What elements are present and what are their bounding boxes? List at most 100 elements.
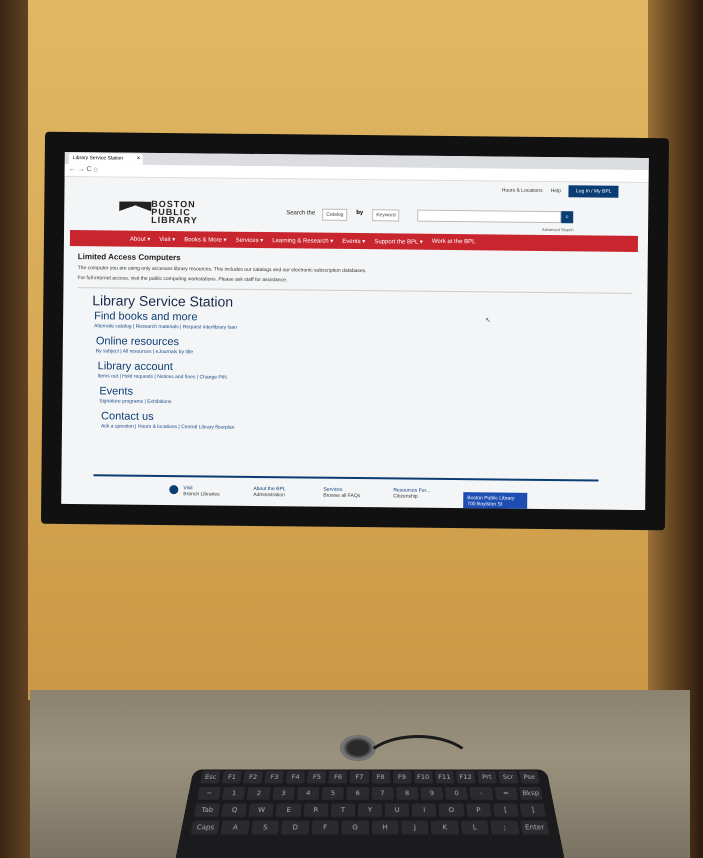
key[interactable]: G xyxy=(341,820,369,835)
key[interactable]: Pse xyxy=(519,771,540,784)
key[interactable]: R xyxy=(303,803,329,817)
nav-services[interactable]: Services ▾ xyxy=(236,236,264,243)
key[interactable]: F12 xyxy=(455,771,476,784)
key[interactable]: F9 xyxy=(392,771,412,784)
key[interactable]: U xyxy=(384,803,410,817)
footer-col-resources: Resources For... Citizenship xyxy=(393,487,431,500)
key[interactable]: K xyxy=(430,820,459,835)
key[interactable]: 3 xyxy=(271,786,295,800)
key[interactable]: 8 xyxy=(396,786,419,800)
key[interactable]: 5 xyxy=(321,786,345,800)
key[interactable]: Bksp xyxy=(518,786,543,800)
key[interactable]: 9 xyxy=(420,786,444,800)
key-row: Caps A S D F G H J K L; Enter xyxy=(180,819,560,837)
key[interactable]: T xyxy=(330,803,356,817)
tab-title: Library Service Station xyxy=(72,155,124,162)
nav-learning[interactable]: Learning & Research ▾ xyxy=(272,237,333,245)
key[interactable]: 2 xyxy=(247,786,271,800)
key[interactable]: Prt xyxy=(476,771,497,784)
key[interactable]: P xyxy=(465,803,492,817)
footer-col-visit: Visit Branch Libraries xyxy=(183,485,220,498)
key[interactable]: F xyxy=(311,820,339,835)
key[interactable]: 4 xyxy=(296,786,320,800)
search-type-select[interactable]: Keyword xyxy=(372,209,400,222)
key[interactable]: F11 xyxy=(434,771,455,784)
key[interactable]: A xyxy=(220,820,250,835)
nav-books[interactable]: Books & More ▾ xyxy=(184,236,226,243)
utility-bar: Hours & Locations Help Log In / My BPL xyxy=(502,185,619,198)
notice-text-2: For full internet access, visit the publ… xyxy=(77,275,288,284)
search-button[interactable]: ⌕ xyxy=(561,211,574,224)
login-button[interactable]: Log In / My BPL xyxy=(568,185,619,198)
key[interactable]: D xyxy=(281,820,310,835)
key[interactable]: Q xyxy=(221,803,248,817)
key[interactable]: F2 xyxy=(243,771,264,784)
key[interactable]: ~ xyxy=(197,786,222,800)
nav-support[interactable]: Support the BPL ▾ xyxy=(374,238,423,246)
key[interactable]: Enter xyxy=(520,820,550,835)
help-link[interactable]: Help xyxy=(551,188,561,194)
key[interactable]: J xyxy=(401,820,429,835)
screen: Library Service Station × ← → C ⌂ Hours … xyxy=(61,151,649,511)
key-row: Esc F1 F2 F3 F4 F5 F6 F7 F8 F9 F10 F11 F12 Prt Scr Pse xyxy=(190,769,549,785)
key[interactable]: E xyxy=(275,803,302,817)
key[interactable]: F4 xyxy=(285,771,306,784)
browser-tab[interactable]: Library Service Station × xyxy=(68,152,143,165)
key[interactable]: F6 xyxy=(328,771,348,784)
search-icon: ⌕ xyxy=(565,214,569,221)
key[interactable]: [ xyxy=(492,803,519,817)
key[interactable]: F5 xyxy=(307,771,327,784)
key[interactable]: S xyxy=(250,820,280,835)
key[interactable]: 1 xyxy=(222,786,246,800)
key[interactable]: F10 xyxy=(413,771,433,784)
key[interactable]: - xyxy=(469,786,494,800)
key[interactable]: Caps xyxy=(190,820,220,835)
nav-events[interactable]: Events ▾ xyxy=(342,237,365,244)
mouse-cursor-icon: ↖ xyxy=(485,317,492,325)
key-row: Tab Q W E R T Y U I O P[] xyxy=(184,802,557,819)
footer-col-about: About the BPL Administration xyxy=(253,485,286,499)
key[interactable]: H xyxy=(371,820,399,835)
key[interactable]: I xyxy=(411,803,437,817)
key[interactable]: Esc xyxy=(200,771,221,784)
key[interactable]: Tab xyxy=(194,803,221,817)
key[interactable]: F8 xyxy=(371,771,390,784)
key[interactable]: 7 xyxy=(371,786,394,800)
search-label: Search the xyxy=(286,210,316,217)
key[interactable]: L xyxy=(460,820,490,835)
key[interactable]: 0 xyxy=(445,786,469,800)
nav-work[interactable]: Work at the BPL xyxy=(432,239,476,245)
key[interactable]: F7 xyxy=(350,771,369,784)
nav-about[interactable]: About ▾ xyxy=(130,235,150,242)
site-header: BOSTON PUBLIC LIBRARY Search the Catalog… xyxy=(64,194,648,236)
footer-col-services: Services Browse all FAQs xyxy=(323,486,361,500)
main-content: Limited Access Computers The computer yo… xyxy=(76,252,633,435)
hours-link[interactable]: Hours & Locations xyxy=(502,188,543,194)
keyboard[interactable]: Esc F1 F2 F3 F4 F5 F6 F7 F8 F9 F10 F11 F12 Prt Scr Pse … xyxy=(175,769,565,858)
location-icon xyxy=(169,485,179,495)
nav-controls[interactable]: ← → C ⌂ xyxy=(69,166,98,173)
by-label: by xyxy=(356,210,364,217)
key[interactable]: Scr xyxy=(498,771,519,784)
site-footer: Visit Branch Libraries About the BPL Adm… xyxy=(61,474,645,511)
key[interactable]: ] xyxy=(519,803,547,817)
logo-icon xyxy=(119,201,152,222)
key[interactable]: = xyxy=(494,786,518,800)
key[interactable]: O xyxy=(438,803,465,817)
footer-divider xyxy=(93,474,599,482)
key[interactable]: W xyxy=(248,803,275,817)
key[interactable]: Y xyxy=(357,803,383,817)
close-icon[interactable]: × xyxy=(137,154,141,165)
search-input[interactable] xyxy=(417,209,562,224)
bpl-logo[interactable]: BOSTON PUBLIC LIBRARY xyxy=(119,198,198,226)
logo-text: BOSTON PUBLIC LIBRARY xyxy=(151,198,198,226)
key[interactable]: F3 xyxy=(264,771,285,784)
key-row: ~1 2 3 4 5 6 7 8 9 0- = Bksp xyxy=(187,785,553,801)
key[interactable]: ; xyxy=(490,820,520,835)
notice-title: Limited Access Computers xyxy=(77,252,181,263)
search-scope-select[interactable]: Catalog xyxy=(322,208,348,221)
key[interactable]: 6 xyxy=(346,786,369,800)
key[interactable]: F1 xyxy=(221,771,242,784)
advanced-search-link[interactable]: Advanced Search xyxy=(542,227,574,232)
nav-visit[interactable]: Visit ▾ xyxy=(159,235,175,242)
